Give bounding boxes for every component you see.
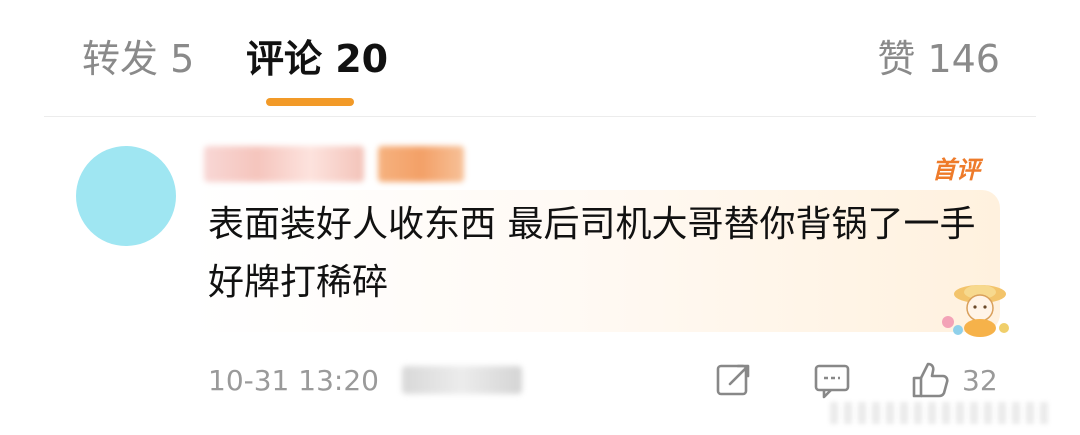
comment-timestamp: 10-31 13:20 xyxy=(208,364,379,397)
comment-text: 表面装好人收东西 最后司机大哥替你背锅了一手好牌打稀碎 xyxy=(208,204,976,303)
thumbs-up-icon[interactable] xyxy=(910,360,950,400)
divider xyxy=(44,116,1036,117)
active-tab-indicator xyxy=(266,98,354,106)
watermark-blurred xyxy=(830,402,1050,424)
mascot-sticker xyxy=(942,285,1009,337)
tab-repost[interactable]: 转发 5 xyxy=(82,36,194,82)
first-comment-badge: 首评 xyxy=(932,156,980,184)
tab-bar: 转发 5 评论 20 赞 146 xyxy=(0,0,1080,110)
tab-comments[interactable]: 评论 20 xyxy=(246,36,388,82)
avatar[interactable] xyxy=(76,146,176,246)
like-count: 32 xyxy=(962,364,998,397)
share-icon[interactable] xyxy=(714,360,754,400)
user-badge-blurred xyxy=(378,146,464,182)
tab-likes[interactable]: 赞 146 xyxy=(877,36,1000,82)
comment-icon[interactable] xyxy=(812,360,852,400)
username-blurred[interactable] xyxy=(204,146,364,182)
source-blurred xyxy=(402,366,522,394)
